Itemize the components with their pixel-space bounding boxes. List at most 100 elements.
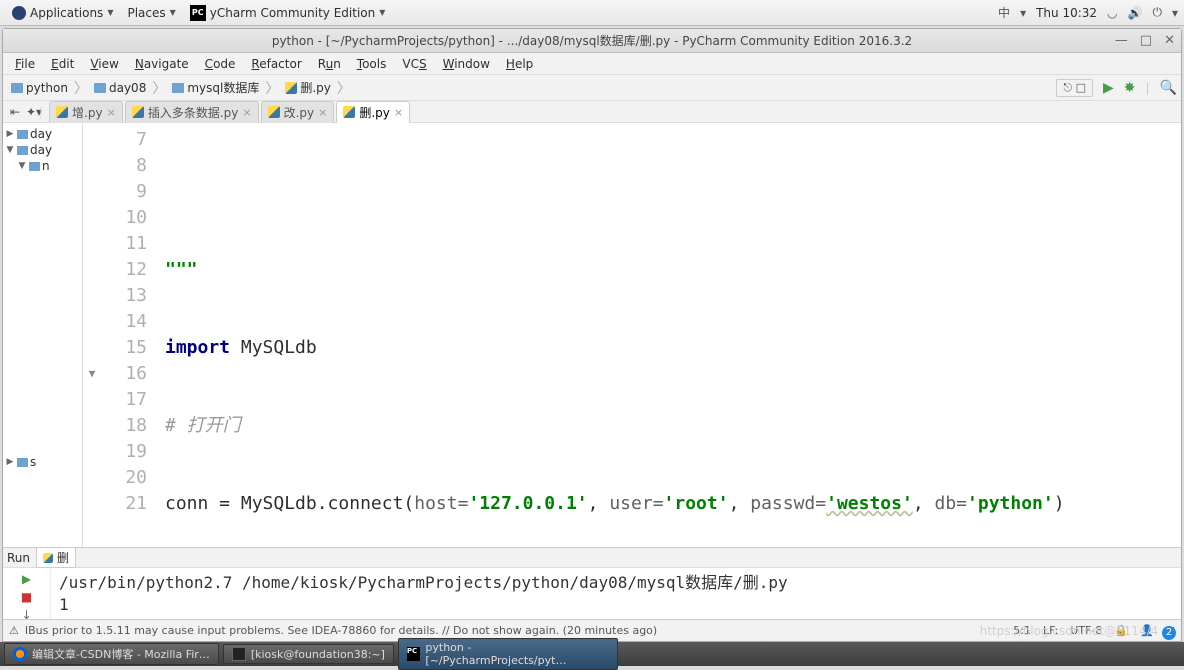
caret-position[interactable]: 5:1 <box>1013 624 1031 637</box>
menu-tools[interactable]: Tools <box>349 55 395 73</box>
desktop-taskbar: 编辑文章-CSDN博客 - Mozilla Fir… [kiosk@founda… <box>0 642 1184 666</box>
python-file-icon <box>56 106 68 118</box>
editor-tabs: 增.py× 插入多条数据.py× 改.py× 删.py× <box>49 101 412 123</box>
firefox-icon <box>13 647 27 661</box>
back-icon[interactable]: ⇤ <box>7 105 23 119</box>
folder-icon <box>17 130 28 139</box>
folder-icon <box>11 83 23 93</box>
menu-code[interactable]: Code <box>197 55 244 73</box>
run-config-tab[interactable]: 删 <box>36 547 76 568</box>
navigation-bar: python〉 day08〉 mysql数据库〉 删.py〉 ⎋ □ ▶ ✸ |… <box>3 75 1181 101</box>
python-file-icon <box>285 82 297 94</box>
places-menu[interactable]: Places▼ <box>121 4 181 22</box>
folder-icon <box>172 83 184 93</box>
gutter-marks: ▼ <box>83 123 101 547</box>
menu-file[interactable]: File <box>7 55 43 73</box>
status-warning-icon[interactable]: ⚠ <box>9 624 19 637</box>
folder-icon <box>94 83 106 93</box>
menu-help[interactable]: Help <box>498 55 541 73</box>
tree-row[interactable]: ▼n <box>5 158 80 174</box>
menu-window[interactable]: Window <box>435 55 498 73</box>
hector-icon[interactable]: ⊞ <box>1166 624 1175 637</box>
network-icon[interactable]: ◡ <box>1107 6 1117 20</box>
search-everywhere-button[interactable]: 🔍 <box>1160 80 1177 96</box>
code-line: import MySQLdb <box>165 335 1173 361</box>
window-title: python - [~/PycharmProjects/python] - ..… <box>272 32 912 49</box>
run-command: /usr/bin/python2.7 /home/kiosk/PycharmPr… <box>59 572 1173 594</box>
close-tab-icon[interactable]: × <box>394 106 403 119</box>
python-file-icon <box>268 106 280 118</box>
maximize-button[interactable]: □ <box>1140 33 1152 48</box>
debug-button[interactable]: ✸ <box>1124 80 1136 96</box>
taskbar-terminal[interactable]: [kiosk@foundation38:~] <box>223 644 394 664</box>
python-file-icon <box>43 553 53 563</box>
tree-row[interactable]: ▶day <box>5 126 80 142</box>
volume-icon[interactable]: 🔊 <box>1128 6 1143 20</box>
menu-run[interactable]: Run <box>310 55 349 73</box>
python-file-icon <box>343 106 355 118</box>
menu-view[interactable]: View <box>82 55 126 73</box>
run-tool-window: Run 删 ▶ ■ ↓ /usr/bin/python2.7 /home/kio… <box>3 547 1181 619</box>
tab-zeng[interactable]: 增.py× <box>49 101 123 123</box>
breadcrumbs: python〉 day08〉 mysql数据库〉 删.py〉 <box>7 78 351 98</box>
power-icon[interactable]: ⏻ <box>1152 5 1162 20</box>
minimize-button[interactable]: — <box>1115 33 1128 48</box>
fedora-icon <box>12 6 26 20</box>
menu-navigate[interactable]: Navigate <box>127 55 197 73</box>
crumb-file[interactable]: 删.py <box>281 78 335 97</box>
lock-icon[interactable]: 🔒 <box>1114 624 1128 637</box>
crumb-python[interactable]: python <box>7 80 72 96</box>
clock[interactable]: Thu 10:32 <box>1036 6 1097 20</box>
main-area: ▶day ▼day ▼n ▶s ▼ 7891011121314151617181… <box>3 123 1181 547</box>
crumb-mysql[interactable]: mysql数据库 <box>168 78 263 97</box>
tree-row[interactable]: ▼day <box>5 142 80 158</box>
tab-charu[interactable]: 插入多条数据.py× <box>125 101 259 123</box>
tab-shan[interactable]: 删.py× <box>336 101 410 123</box>
menu-refactor[interactable]: Refactor <box>243 55 309 73</box>
inspector-icon[interactable]: 👤 <box>1140 624 1154 637</box>
line-numbers: 789101112131415161718192021 <box>101 123 157 547</box>
close-tab-icon[interactable]: × <box>242 106 251 119</box>
code-line: # 打开门 <box>165 413 1173 439</box>
run-toolbar: ▶ ■ ↓ <box>3 568 51 626</box>
run-tabs: Run 删 <box>3 548 1181 568</box>
code-content[interactable]: """ import MySQLdb # 打开门 conn = MySQLdb.… <box>157 123 1181 547</box>
dropdown-icon[interactable]: ▾ <box>1020 6 1026 20</box>
code-editor[interactable]: ▼ 789101112131415161718192021 """ import… <box>83 123 1181 547</box>
status-message[interactable]: IBus prior to 1.5.11 may cause input pro… <box>25 624 657 637</box>
tab-gai[interactable]: 改.py× <box>261 101 335 123</box>
run-label: Run <box>7 551 30 565</box>
line-separator[interactable]: LF: <box>1043 624 1058 637</box>
project-tree[interactable]: ▶day ▼day ▼n ▶s <box>3 123 83 547</box>
file-encoding[interactable]: UTF-8 <box>1070 624 1102 637</box>
rerun-icon[interactable]: ▶ <box>22 572 31 586</box>
user-menu-icon[interactable]: ▾ <box>1172 6 1178 20</box>
gutter-warning-icon: ▼ <box>83 361 101 387</box>
window-titlebar[interactable]: python - [~/PycharmProjects/python] - ..… <box>3 29 1181 53</box>
taskbar-firefox[interactable]: 编辑文章-CSDN博客 - Mozilla Fir… <box>4 643 219 665</box>
stop-icon[interactable]: ■ <box>21 590 32 604</box>
folder-icon <box>17 458 28 467</box>
editor-tool-row: ⇤ ✦▾ | 增.py× 插入多条数据.py× 改.py× 删.py× <box>3 101 1181 123</box>
taskbar-pycharm[interactable]: PCpython - [~/PycharmProjects/pyt… <box>398 638 618 670</box>
python-file-icon <box>132 106 144 118</box>
run-result: 1 <box>59 594 1173 616</box>
crumb-day08[interactable]: day08 <box>90 80 150 96</box>
close-tab-icon[interactable]: × <box>318 106 327 119</box>
menu-vcs[interactable]: VCS <box>394 55 434 73</box>
applications-menu[interactable]: Applications▼ <box>6 4 119 22</box>
tree-row[interactable]: ▶s <box>5 454 80 470</box>
forward-icon[interactable]: ✦▾ <box>23 105 39 119</box>
close-button[interactable]: ✕ <box>1164 33 1175 48</box>
pycharm-window: python - [~/PycharmProjects/python] - ..… <box>2 28 1182 642</box>
close-tab-icon[interactable]: × <box>107 106 116 119</box>
run-button[interactable]: ▶ <box>1103 80 1114 96</box>
code-line: conn = MySQLdb.connect(host='127.0.0.1',… <box>165 491 1173 517</box>
menu-edit[interactable]: Edit <box>43 55 82 73</box>
run-output[interactable]: /usr/bin/python2.7 /home/kiosk/PycharmPr… <box>51 568 1181 626</box>
pycharm-icon: PC <box>407 647 420 661</box>
code-line <box>165 179 1173 205</box>
run-config-selector[interactable]: ⎋ □ <box>1056 79 1093 97</box>
active-app-menu[interactable]: PCyCharm Community Edition▼ <box>184 3 392 23</box>
input-method-icon[interactable]: 中 <box>998 4 1010 21</box>
